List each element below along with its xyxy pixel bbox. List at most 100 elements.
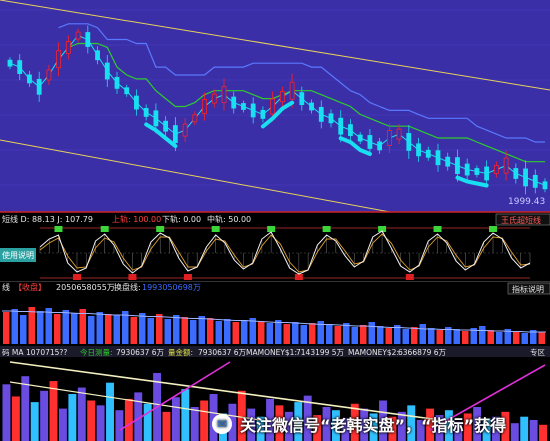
panel1-price-label: 1999.43 [508, 197, 545, 207]
volume-bar [173, 315, 180, 344]
panel3-value1: 2050658055万 [56, 283, 115, 292]
candle-body [357, 134, 363, 142]
oversold-fill [72, 274, 81, 280]
candle-body [406, 133, 412, 151]
volume-bar [207, 318, 214, 344]
panel2-mid-label: 中轨: 50.00 [207, 214, 251, 224]
candle-body [396, 128, 402, 140]
panel4-val1: 7930637 6万 [116, 348, 165, 357]
panel2-lower-label: 下轨: 0.00 [162, 214, 201, 224]
volume-bar [45, 308, 52, 344]
volume-bar [96, 312, 103, 344]
volume-bar [300, 325, 307, 344]
panel4-label4: MAMONEY$2: [348, 348, 399, 357]
volume-bar [224, 319, 231, 344]
candle-body [270, 98, 276, 115]
money-bar [96, 405, 105, 441]
panel4-label1: 今日测量: [80, 347, 113, 357]
panel4-tag[interactable]: 专区 [530, 347, 545, 357]
panel4-val3: 7143199 5万 [296, 348, 345, 357]
candle-body [513, 168, 519, 179]
candle-body [367, 135, 373, 149]
volume-bar [54, 314, 61, 344]
candle-body [318, 106, 324, 122]
oversold-fill [405, 274, 414, 280]
volume-bar [241, 320, 248, 344]
candle-body [435, 150, 441, 166]
volume-bar [436, 330, 443, 344]
money-bar [106, 382, 114, 441]
candle-body [523, 168, 528, 187]
candle-body [425, 149, 431, 158]
candle-body [289, 81, 295, 100]
candle-body [299, 92, 305, 106]
volume-bar [334, 326, 341, 344]
volume-bar [351, 327, 358, 344]
volume-bar [496, 332, 503, 344]
money-bar [520, 416, 529, 441]
volume-bar [122, 311, 129, 344]
volume-bar [462, 331, 469, 344]
candle-body [153, 110, 159, 127]
panel2-tag[interactable]: 王氏超短线 [501, 215, 541, 225]
overbought-fill [267, 226, 276, 232]
volume-bar [88, 316, 95, 344]
watermark-text: 关注微信号“老韩实盘”，“指标”获得 [240, 416, 507, 435]
candle-body [114, 76, 120, 89]
panel4-label2: 量金额: [168, 347, 193, 357]
volume-bar [258, 321, 265, 344]
volume-bar [309, 323, 316, 344]
candle-body [484, 166, 490, 181]
volume-bar [232, 322, 239, 344]
volume-bar [113, 315, 120, 344]
candle-body [124, 87, 130, 95]
volume-bar [156, 314, 163, 344]
speech-bubble-icon: ✉ [212, 414, 232, 434]
candle-body [503, 157, 509, 174]
candle-body [95, 50, 100, 61]
volume-bar [28, 307, 35, 344]
overbought-fill [489, 226, 498, 232]
volume-bar [521, 333, 528, 344]
volume-bar [20, 315, 27, 344]
volume-bar [377, 326, 384, 344]
money-bar [2, 384, 11, 441]
volume-bar [326, 324, 333, 344]
oversold-fill [183, 274, 192, 280]
money-bar [124, 398, 133, 441]
volume-bar [292, 322, 299, 344]
volume-bar [105, 314, 112, 344]
volume-bar [181, 317, 188, 344]
candle-body [338, 117, 344, 135]
panel4-val0: 1070715?? [26, 348, 67, 357]
panel3-value2: 1993050698万 [142, 283, 201, 292]
candle-body [464, 163, 470, 176]
money-bar [21, 376, 30, 441]
candle-body [445, 156, 451, 167]
candle-body [143, 108, 149, 117]
panel3-title: 线 [2, 282, 10, 292]
volume-bar [130, 317, 137, 344]
overbought-fill [100, 226, 109, 232]
volume-bar [190, 320, 197, 344]
candle-body [241, 103, 246, 110]
overbought-fill [54, 226, 63, 232]
volume-bar [11, 309, 18, 344]
candle-body [542, 181, 548, 190]
watermark: ✉ 关注微信号“老韩实盘”，“指标”获得 [212, 410, 506, 438]
candle-body [532, 174, 538, 188]
candle-body [192, 114, 198, 123]
panel3-tag[interactable]: 指标说明 [512, 284, 544, 294]
volume-bar [487, 330, 494, 344]
overbought-fill [211, 226, 220, 232]
money-bar [68, 394, 77, 441]
volume-bar [419, 324, 426, 344]
volume-bar [513, 331, 520, 344]
money-bar [171, 397, 180, 441]
volume-bar [71, 313, 78, 344]
volume-bar [283, 324, 290, 344]
panel2-upper-label: 上轨: 100.00 [112, 214, 161, 224]
candle-body [455, 157, 460, 175]
candle-body [328, 113, 334, 124]
money-bar [181, 389, 190, 441]
